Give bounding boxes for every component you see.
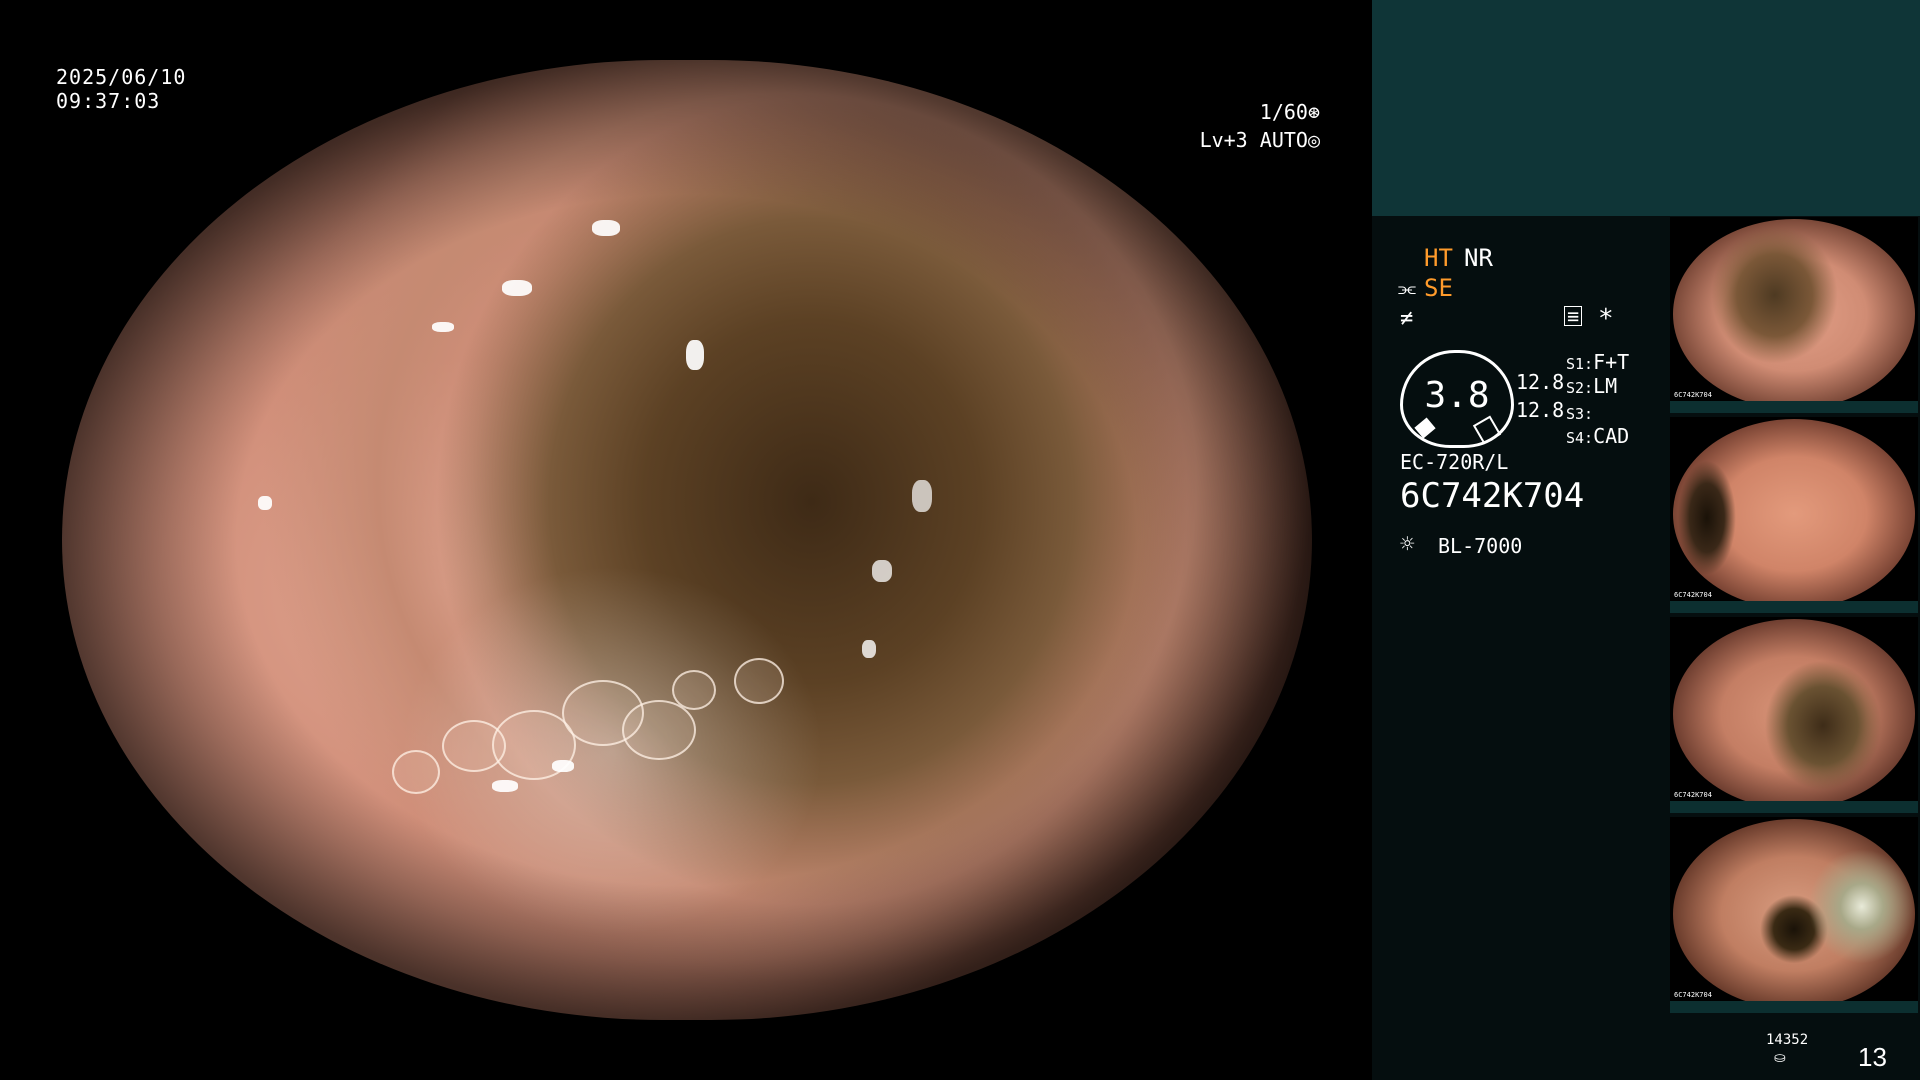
iris-icon: ◎ bbox=[1307, 128, 1320, 152]
freeze-icon: ≠ bbox=[1400, 306, 1414, 331]
ht-label: HT bbox=[1424, 244, 1453, 272]
thumbnail[interactable]: 6C742K704 bbox=[1670, 617, 1918, 813]
light-source-label: BL-7000 bbox=[1438, 534, 1523, 558]
thumbnail-label: 6C742K704 bbox=[1674, 991, 1712, 999]
time-label: 09:37:03 bbox=[56, 89, 161, 113]
level-label: Lv+3 bbox=[1199, 128, 1248, 152]
switch-key: S3: bbox=[1566, 405, 1594, 423]
thumbnail-image bbox=[1673, 619, 1915, 809]
zoom-gauge: 3.8 bbox=[1400, 350, 1514, 448]
gauge-value: 3.8 bbox=[1424, 375, 1490, 416]
scissors-icon: ⫘ bbox=[1398, 276, 1416, 300]
star-label: * bbox=[1598, 304, 1614, 334]
thumbnail-image bbox=[1673, 819, 1915, 1009]
switch-value: LM bbox=[1593, 374, 1618, 398]
thumbnail-label: 6C742K704 bbox=[1674, 791, 1712, 799]
endoscope-video: 2025/06/10 09:37:03 1/60⊛ Lv+3 AUTO◎ bbox=[0, 0, 1372, 1080]
aperture-icon: ⊛ bbox=[1307, 100, 1320, 124]
se-label: SE bbox=[1424, 274, 1453, 302]
switch-row: S3: bbox=[1566, 400, 1593, 424]
thumbnail-label: 6C742K704 bbox=[1674, 391, 1712, 399]
switch-key: S2: bbox=[1566, 379, 1594, 397]
switch-key: S4: bbox=[1566, 429, 1594, 447]
endoscopic-image bbox=[62, 60, 1312, 1020]
thumbnail-image bbox=[1673, 219, 1915, 409]
switch-row: S1:F+T bbox=[1566, 350, 1629, 374]
thumbnail[interactable]: 6C742K704 bbox=[1670, 417, 1918, 613]
gauge-right-indicator bbox=[1472, 415, 1502, 445]
thumbnail-bar bbox=[1670, 801, 1918, 813]
scope-serial: 6C742K704 bbox=[1400, 476, 1585, 516]
mode-label: AUTO bbox=[1259, 128, 1308, 152]
storage-count: 14352 bbox=[1766, 1032, 1809, 1048]
memo-icon: ≡ bbox=[1564, 306, 1582, 326]
switch-value: F+T bbox=[1593, 350, 1630, 374]
gauge-left-indicator bbox=[1414, 417, 1436, 439]
light-source-icon: ☼ bbox=[1400, 530, 1415, 558]
switch-key: S1: bbox=[1566, 355, 1594, 373]
shutter-label: 1/60 bbox=[1259, 100, 1308, 124]
thumbnail-image bbox=[1673, 419, 1915, 609]
scope-model: EC-720R/L bbox=[1400, 450, 1509, 474]
thumbnail-bar bbox=[1670, 601, 1918, 613]
date-label: 2025/06/10 bbox=[56, 65, 187, 89]
thumbnail[interactable]: 6C742K704 bbox=[1670, 817, 1918, 1013]
level-mode-info: Lv+3 AUTO◎ bbox=[1170, 126, 1320, 154]
switch-row: S2:LM bbox=[1566, 374, 1617, 398]
thumbnail-label: 6C742K704 bbox=[1674, 591, 1712, 599]
zoom-value-b: 12.8 bbox=[1516, 398, 1565, 422]
panel-header-area bbox=[1372, 0, 1920, 216]
storage-icon: ⛀ bbox=[1774, 1050, 1786, 1066]
zoom-value-a: 12.8 bbox=[1516, 370, 1565, 394]
switch-value: CAD bbox=[1593, 424, 1630, 448]
thumbnail[interactable]: 6C742K704 bbox=[1670, 217, 1918, 413]
thumbnail-bar bbox=[1670, 401, 1918, 413]
nr-label: NR bbox=[1464, 244, 1493, 272]
thumbnail-bar bbox=[1670, 1001, 1918, 1013]
switch-row: S4:CAD bbox=[1566, 424, 1629, 448]
shutter-info: 1/60⊛ bbox=[1170, 98, 1320, 126]
image-count: 13 bbox=[1858, 1042, 1887, 1072]
